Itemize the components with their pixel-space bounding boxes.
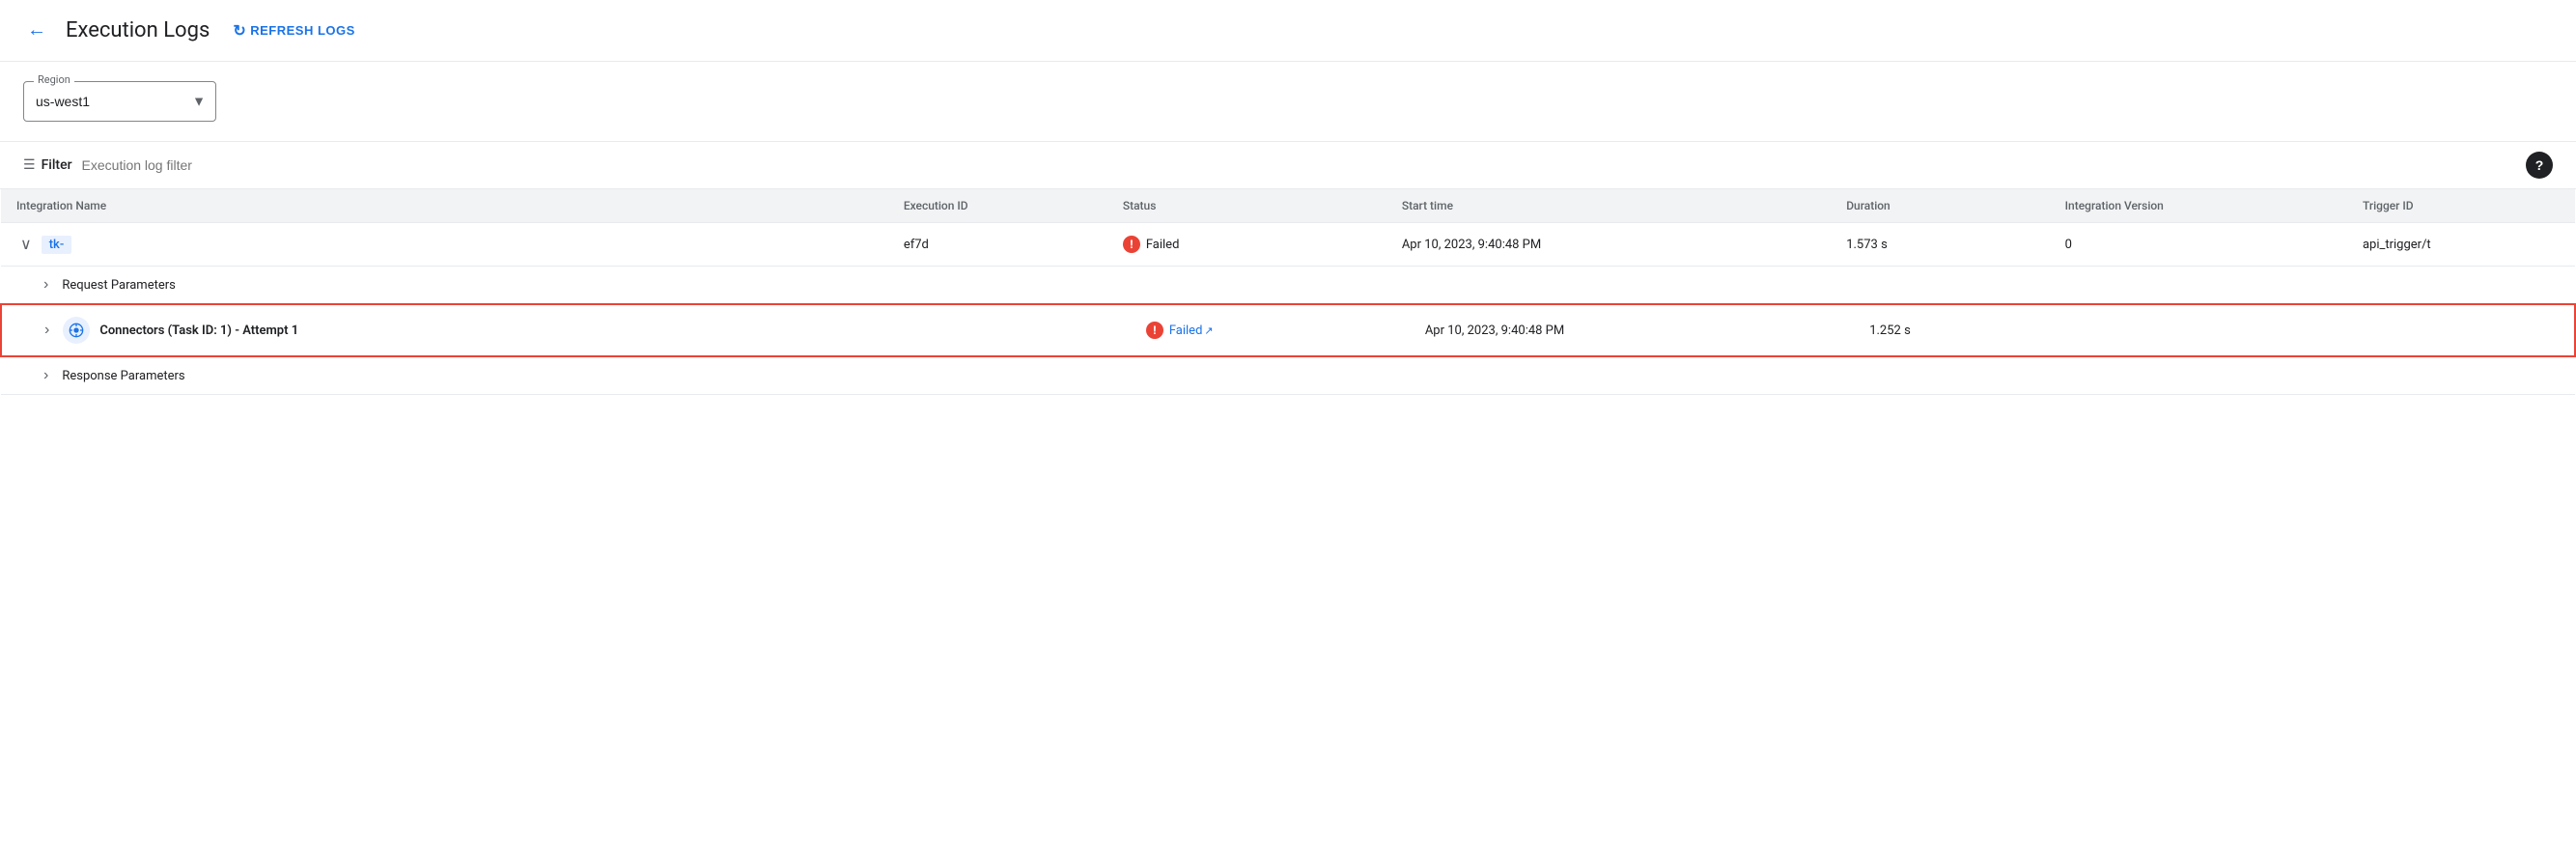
connector-version-cell — [2050, 304, 2347, 356]
refresh-icon: ↻ — [233, 21, 246, 41]
connector-label: Connectors (Task ID: 1) - Attempt 1 — [99, 324, 298, 338]
connector-failed-link[interactable]: Failed ↗ — [1169, 324, 1214, 338]
trigger-id-cell: api_trigger/t — [2347, 223, 2575, 267]
connector-failed-icon: ! — [1146, 322, 1163, 339]
request-parameters-cell: › Request Parameters — [1, 267, 2575, 305]
response-expand-button[interactable]: › — [40, 365, 52, 386]
filter-icon: ☰ — [23, 157, 36, 173]
version-cell: 0 — [2050, 223, 2347, 267]
integration-name-link[interactable]: tk- — [49, 238, 65, 252]
start-time-cell: Apr 10, 2023, 9:40:48 PM — [1386, 223, 1831, 267]
row-expand-button[interactable]: ∨ — [16, 233, 36, 256]
external-link-icon: ↗ — [1204, 324, 1213, 337]
connector-trigger-id-cell — [2347, 304, 2575, 356]
request-expand-button[interactable]: › — [40, 274, 52, 295]
status-cell: ! Failed — [1107, 223, 1386, 267]
integration-name-cell: ∨ tk- — [1, 223, 888, 267]
response-parameters-label: Response Parameters — [62, 369, 184, 383]
connector-expand-button[interactable]: › — [41, 320, 53, 341]
connector-icon — [63, 317, 90, 344]
back-button[interactable]: ← — [23, 15, 50, 45]
col-header-status: Status — [1107, 189, 1386, 223]
refresh-label: REFRESH LOGS — [250, 23, 355, 38]
filter-input[interactable] — [82, 157, 2516, 173]
response-parameters-row: › Response Parameters — [1, 356, 2575, 395]
region-section: Region us-west1 us-east1 europe-west1 as… — [0, 62, 2576, 141]
connector-name-cell: › Connectors (Task ID: 1) - At — [1, 304, 888, 356]
col-header-execution-id: Execution ID — [888, 189, 1107, 223]
col-header-integration-name: Integration Name — [1, 189, 888, 223]
execution-logs-table-wrap: Integration Name Execution ID Status Sta… — [0, 189, 2576, 395]
connector-status-text: Failed — [1169, 324, 1203, 338]
col-header-trigger-id: Trigger ID — [2347, 189, 2575, 223]
refresh-logs-button[interactable]: ↻ REFRESH LOGS — [233, 21, 354, 41]
filter-icon-group: ☰ Filter — [23, 157, 72, 173]
connector-task-row: › Connectors (Task ID: 1) - At — [1, 304, 2575, 356]
region-label: Region — [34, 73, 74, 86]
table-row: ∨ tk- ef7d ! Failed Apr 10, 2023, 9:40:4… — [1, 223, 2575, 267]
help-icon: ? — [2535, 157, 2544, 173]
help-button[interactable]: ? — [2526, 152, 2553, 179]
filter-bar: ☰ Filter ? — [0, 141, 2576, 189]
execution-id-cell: ef7d — [888, 223, 1107, 267]
request-parameters-label: Request Parameters — [62, 278, 176, 293]
response-parameters-cell: › Response Parameters — [1, 356, 2575, 395]
col-header-duration: Duration — [1831, 189, 2049, 223]
execution-logs-table: Integration Name Execution ID Status Sta… — [0, 189, 2576, 395]
table-body: ∨ tk- ef7d ! Failed Apr 10, 2023, 9:40:4… — [1, 223, 2575, 395]
col-header-start-time: Start time — [1386, 189, 1831, 223]
page-title: Execution Logs — [66, 18, 210, 42]
region-select-wrapper: Region us-west1 us-east1 europe-west1 as… — [23, 81, 216, 122]
connector-duration-cell: 1.252 s — [1831, 304, 2049, 356]
connector-start-time-cell: Apr 10, 2023, 9:40:48 PM — [1386, 304, 1831, 356]
region-select[interactable]: us-west1 us-east1 europe-west1 asia-east… — [24, 82, 215, 121]
table-header: Integration Name Execution ID Status Sta… — [1, 189, 2575, 223]
col-header-integration-version: Integration Version — [2050, 189, 2347, 223]
duration-cell: 1.573 s — [1831, 223, 2049, 267]
connector-status-cell: ! Failed ↗ — [1107, 304, 1386, 356]
page-header: ← Execution Logs ↻ REFRESH LOGS — [0, 0, 2576, 62]
failed-icon: ! — [1123, 236, 1140, 253]
back-icon: ← — [27, 19, 46, 42]
request-parameters-row: › Request Parameters — [1, 267, 2575, 305]
status-text: Failed — [1146, 238, 1180, 252]
connector-execution-id-cell — [888, 304, 1107, 356]
filter-label: Filter — [42, 157, 72, 173]
